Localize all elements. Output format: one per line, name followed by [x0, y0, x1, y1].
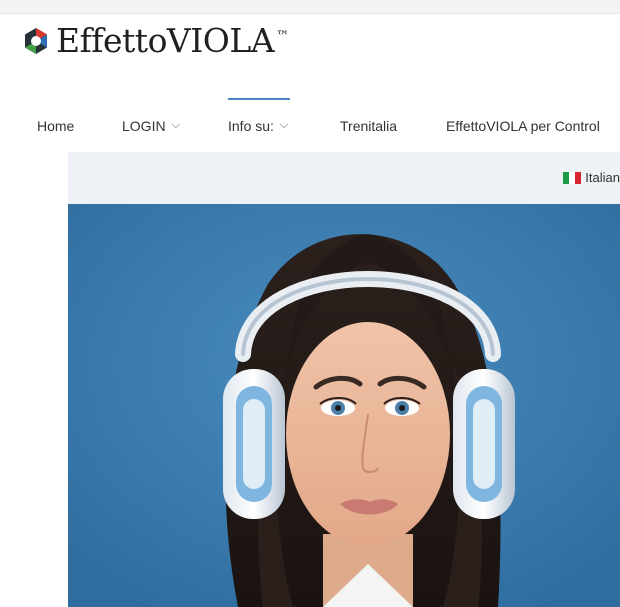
trademark-symbol: ™	[276, 29, 289, 44]
chevron-down-icon: ⌵	[279, 118, 289, 131]
hexagon-logo-icon	[25, 27, 47, 54]
nav-item-label: Info su:	[228, 118, 274, 134]
site-brand[interactable]: EffettoVIOLA ™	[22, 24, 289, 57]
nav-item-trenitalia[interactable]: Trenitalia	[340, 118, 397, 134]
brand-name: EffettoVIOLA ™	[56, 21, 289, 60]
browser-top-bar	[0, 0, 620, 14]
language-bar: Italian	[68, 152, 620, 204]
nav-item-info-su[interactable]: Info su: ⌵	[228, 118, 288, 134]
nav-item-effettoviola-per-control[interactable]: EffettoVIOLA per Control	[446, 118, 600, 134]
nav-item-label: Trenitalia	[340, 118, 398, 134]
main-navigation: Home LOGIN ⌵ Info su: ⌵ Trenitalia Effet…	[0, 108, 620, 148]
nav-item-home[interactable]: Home	[37, 118, 74, 134]
chevron-down-icon: ⌵	[171, 118, 180, 131]
woman-with-headphones-photo	[68, 204, 620, 607]
language-label: Italian	[585, 170, 620, 185]
language-selector[interactable]: Italian	[563, 170, 620, 185]
nav-item-label: EffettoVIOLA per Control	[446, 118, 600, 134]
nav-item-login[interactable]: LOGIN ⌵	[122, 118, 180, 134]
nav-active-indicator	[228, 98, 290, 100]
nav-item-label: Home	[37, 118, 75, 134]
italy-flag-icon	[563, 171, 582, 184]
nav-item-label: LOGIN	[122, 118, 166, 134]
hero-image	[68, 204, 620, 607]
